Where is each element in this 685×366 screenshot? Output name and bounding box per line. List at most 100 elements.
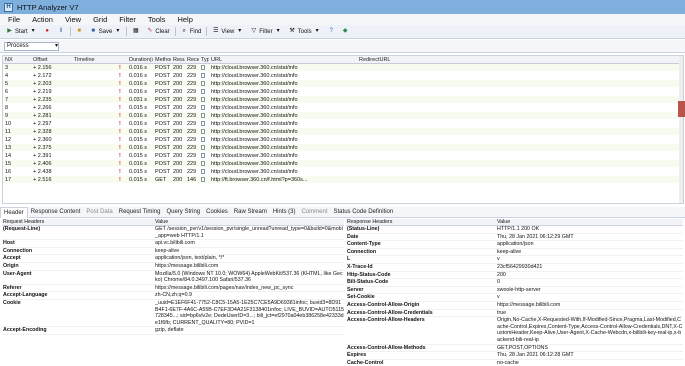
col-header-duration[interactable]: Duration(s) [127,56,153,63]
table-row[interactable]: 8 + 2.266! 0.015 s POST 200 229 http://cloud.b… [3,104,683,112]
table-row[interactable]: 10 + 2.297! 0.016 s POST 200 229 http://cloud.… [3,120,683,128]
separator [174,27,176,36]
view-button[interactable]: ☰ View ▾ [210,28,245,35]
header-row[interactable]: (Request-Line) GET /session_pvr/v1/sessio… [2,226,344,241]
header-name: L [347,256,351,263]
plugin-button[interactable]: ◆ [340,28,351,35]
stop-button[interactable]: ● [42,28,53,35]
col-header-type[interactable]: Type [199,56,209,63]
table-row[interactable]: 5 + 2.203! 0.016 s POST 200 229 http://cloud.b… [3,80,683,88]
process-selector[interactable]: Process ▾ [4,42,59,51]
col-header-result[interactable]: Result [171,56,185,63]
header-row[interactable]: User-Agent Mozilla/5.0 (Windows NT 10.0; … [2,271,344,285]
menu-help[interactable]: Help [177,15,192,24]
header-row[interactable]: Content-Type application/json [346,241,683,249]
warning-icon: ! [119,137,121,143]
table-row[interactable]: 7 + 2.235! 0.031 s POST 200 229 http://cloud.b… [3,96,683,104]
menu-view[interactable]: View [65,15,81,24]
grid-button[interactable]: ▦ [130,28,141,35]
header-row[interactable]: Bili-Status-Code 0 [346,279,683,287]
col-header-nx[interactable]: NX [3,56,17,63]
header-row[interactable]: Accept application/json, text/plain, */* [2,255,344,263]
tools-button[interactable]: ⚒ Tools ▾ [287,28,323,35]
start-button[interactable]: ▶ Start ▾ [4,28,39,35]
header-row[interactable]: Expires Thu, 28 Jan 2021 06:12:28 GMT [346,352,683,360]
header-row[interactable]: (Status-Line) HTTP/1.1 200 OK [346,226,683,234]
menu-grid[interactable]: Grid [93,15,107,24]
menu-tools[interactable]: Tools [148,15,166,24]
menu-action[interactable]: Action [32,15,53,24]
header-row[interactable]: Accept-Encoding gzip, deflate [2,327,344,335]
header-row[interactable]: Access-Control-Allow-Origin https://messa… [346,302,683,310]
grid-scrollbar[interactable] [679,56,683,203]
table-row[interactable]: 6 + 2.219! 0.016 s POST 200 229 http://cloud.b… [3,88,683,96]
header-row[interactable]: Cookie _uuid=E1EF6F41-7752-C8C5-15A5-1E25… [2,300,344,328]
tab-response-content[interactable]: Response Content [28,209,84,215]
table-row[interactable]: 16 + 2.438! 0.015 s POST 200 229 http://cloud.… [3,168,683,176]
file-icon [199,136,209,143]
header-row[interactable]: Referer https://message.bilibili.com/page… [2,285,344,293]
tab-post-data[interactable]: Post Data [83,209,115,215]
table-row[interactable]: 15 + 2.406! 0.016 s POST 200 229 http://cloud.… [3,160,683,168]
row-timeline [72,128,112,135]
header-row[interactable]: Origin https://message.bilibili.com [2,263,344,271]
find-button[interactable]: ⌕ Find [179,28,204,35]
row-method: POST [155,65,170,71]
tab-status-code-definition[interactable]: Status Code Definition [331,209,397,215]
col-header-method[interactable]: Method [153,56,171,63]
header-row[interactable]: Access-Control-Allow-Headers Origin,No-Ca… [346,317,683,345]
open-button[interactable]: ■ [74,28,85,35]
header-row[interactable]: Accept-Language zh-CN,zh;q=0.9 [2,292,344,300]
save-button[interactable]: ■ Save ▾ [88,28,124,35]
help-button[interactable]: ? [326,28,337,35]
detail-tabs: Header Response Content Post Data Reques… [0,206,685,218]
tab-query-string[interactable]: Query String [163,209,203,215]
row-method: POST [155,137,170,143]
filter-button[interactable]: ▽ Filter ▾ [248,28,283,35]
header-row[interactable]: X-Trace-Id 23cf56429930d421 [346,264,683,272]
header-row[interactable]: Access-Control-Allow-Methods GET,POST,OPT… [346,345,683,353]
tab-comment[interactable]: Comment [299,209,331,215]
clear-button[interactable]: ✎ Clear [144,28,171,35]
tab-hints[interactable]: Hints (3) [270,209,299,215]
row-duration: 0.016 s [129,81,148,87]
table-row[interactable]: 12 + 2.360! 0.015 s POST 200 229 http://cloud.… [3,136,683,144]
pause-button[interactable]: ‖ [56,28,67,35]
row-marker [17,128,31,135]
table-row[interactable]: 11 + 2.328! 0.016 s POST 200 229 http://cloud.… [3,128,683,136]
col-header-url[interactable]: URL [209,56,357,63]
col-header-marker[interactable] [17,56,31,63]
header-row[interactable]: Connection keep-alive [2,248,344,256]
header-row[interactable]: Set-Cookie v [346,294,683,302]
col-header-flag2[interactable] [117,56,127,63]
table-row[interactable]: 4 + 2.172! 0.016 s POST 200 229 http://cloud.b… [3,72,683,80]
chevron-down-icon: ▾ [116,28,120,34]
row-timeline [72,112,112,119]
table-row[interactable]: 3 + 2.156! 0.016 s POST 200 229 http://cloud.b… [3,64,683,72]
menu-file[interactable]: File [8,15,20,24]
table-row[interactable]: 17 + 2.516! 0.015 s GET 200 146 http://ft.brow… [3,176,683,184]
header-row[interactable]: Lv [346,256,683,264]
col-header-offset[interactable]: Offset [31,56,72,63]
tab-header[interactable]: Header [0,206,28,218]
header-row[interactable]: Access-Control-Allow-Credentials true [346,310,683,318]
row-number: 4 [5,73,9,79]
menu-filter[interactable]: Filter [119,15,136,24]
tab-raw-stream[interactable]: Raw Stream [231,209,270,215]
col-header-received[interactable]: Received [185,56,199,63]
table-row[interactable]: 14 + 2.391! 0.015 s POST 200 229 http://cloud.… [3,152,683,160]
tab-request-timing[interactable]: Request Timing [116,209,164,215]
header-row[interactable]: Host api.vc.bilibili.com [2,240,344,248]
table-row[interactable]: 13 + 2.375! 0.016 s POST 200 229 http://cloud.… [3,144,683,152]
header-row[interactable]: Connection keep-alive [346,249,683,257]
file-icon [199,128,209,135]
header-row[interactable]: Cache-Control no-cache [346,360,683,366]
file-icon [199,160,209,167]
table-row[interactable]: 9 + 2.281! 0.016 s POST 200 229 http://cloud.b… [3,112,683,120]
tab-cookies[interactable]: Cookies [203,209,231,215]
header-row[interactable]: Date Thu, 28 Jan 2021 06:12:29 GMT [346,234,683,242]
header-row[interactable]: Http-Status-Code 200 [346,272,683,280]
header-row[interactable]: Server swoole-http-server [346,287,683,295]
col-header-redirect-url[interactable]: RedirectURL [357,56,677,63]
col-header-timeline[interactable]: Timeline [72,56,112,63]
